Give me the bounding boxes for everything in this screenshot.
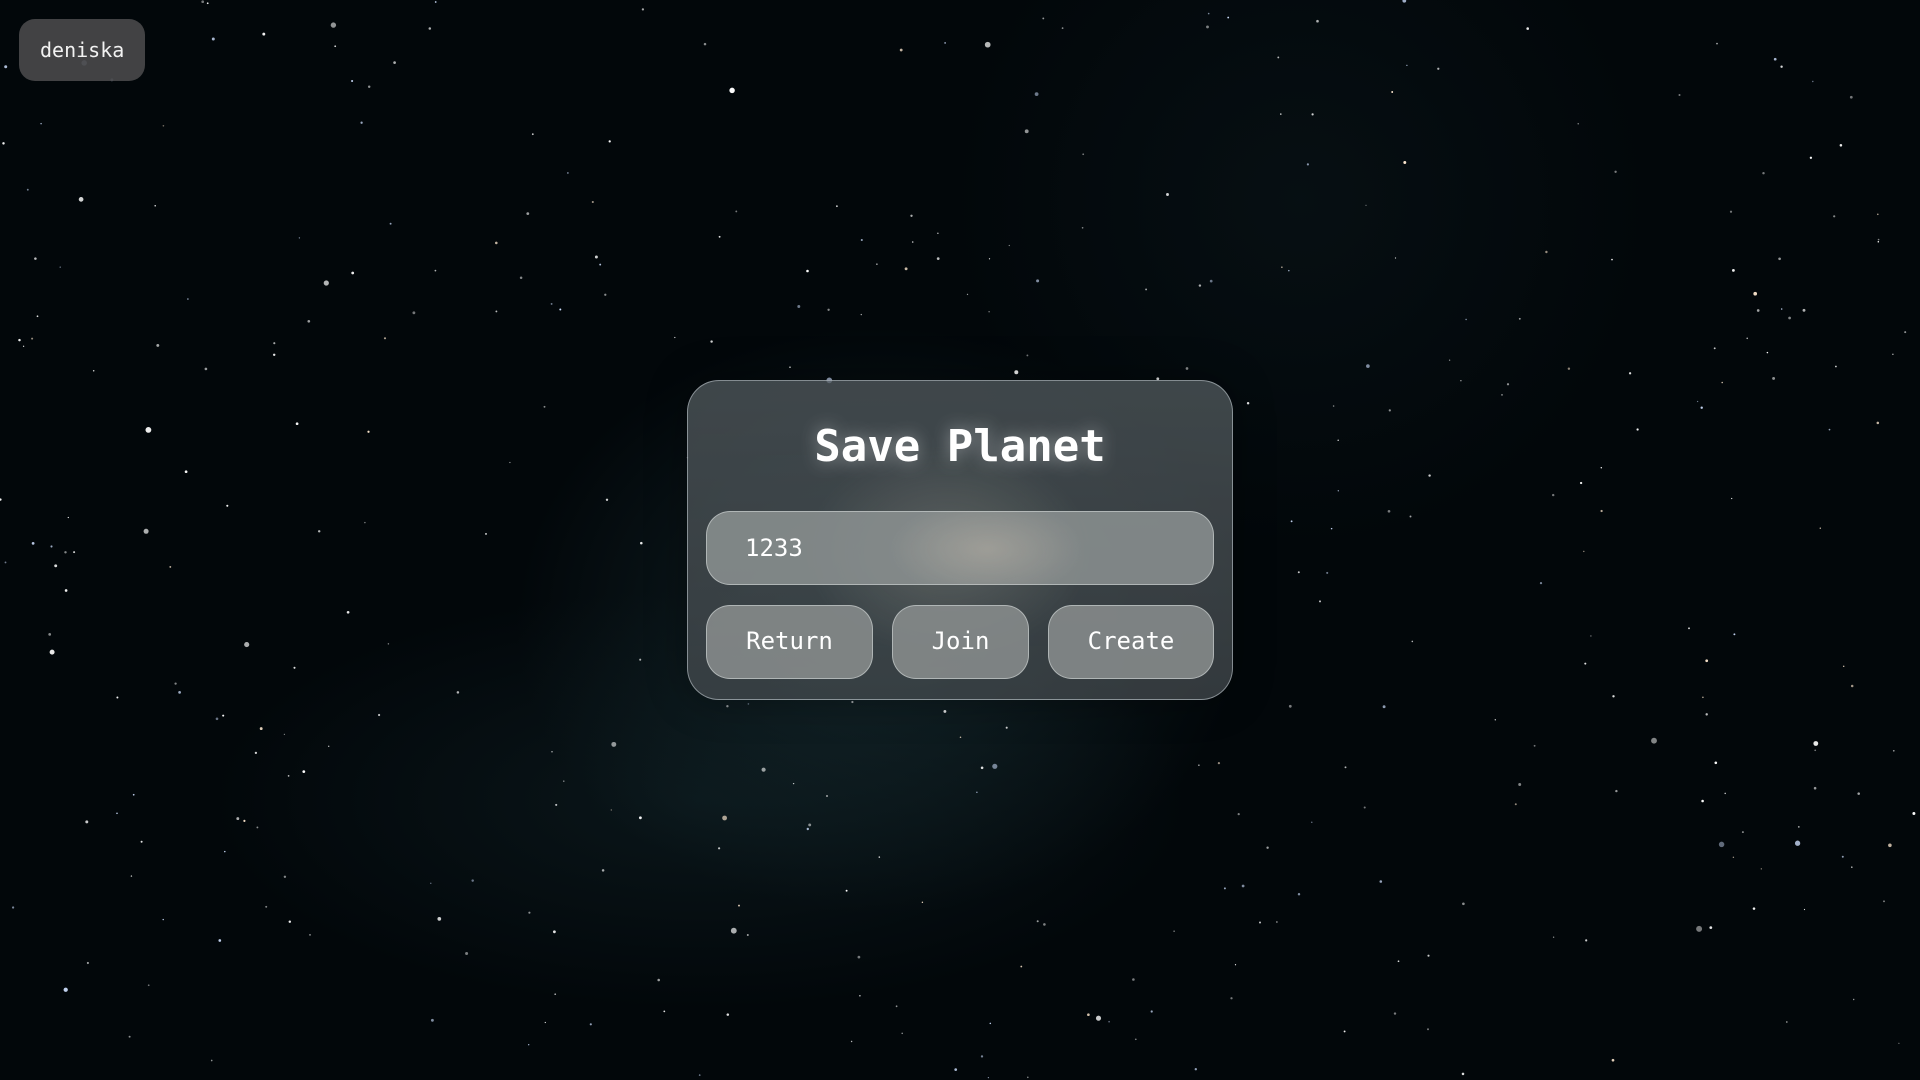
create-button[interactable]: Create [1048, 605, 1214, 679]
join-button[interactable]: Join [892, 605, 1029, 679]
planet-code-input[interactable] [706, 511, 1214, 585]
save-planet-dialog: Save Planet Return Join Create [687, 380, 1233, 700]
username-badge[interactable]: deniska [19, 19, 146, 81]
dialog-title: Save Planet [814, 421, 1106, 472]
return-button[interactable]: Return [706, 605, 873, 679]
